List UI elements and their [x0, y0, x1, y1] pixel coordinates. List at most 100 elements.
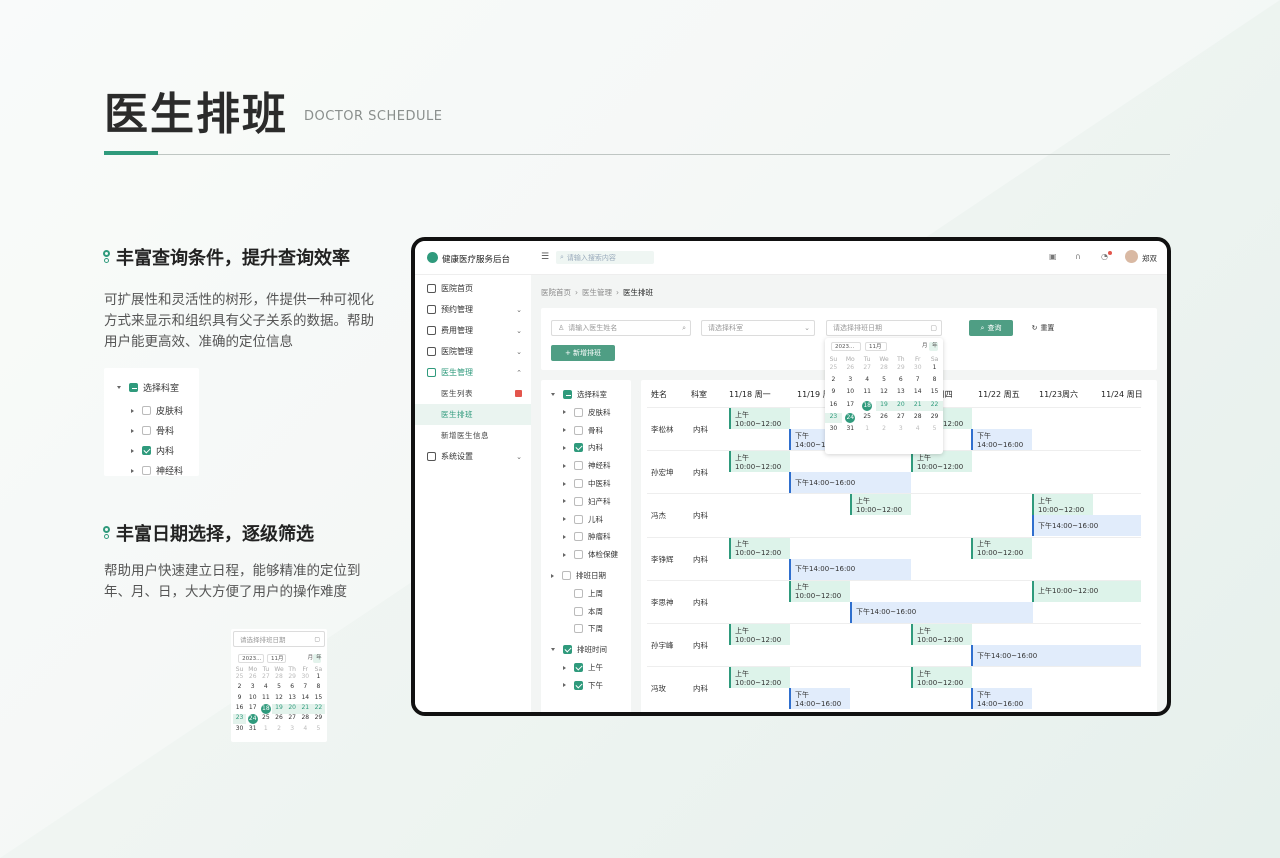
tree-item[interactable]: 下午	[563, 680, 603, 691]
calendar-day[interactable]: 1	[861, 425, 873, 432]
calendar-day[interactable]: 22	[929, 401, 941, 408]
morning-slot[interactable]: 上午10:00~12:00	[911, 451, 972, 473]
caret-icon[interactable]	[551, 393, 555, 396]
sidebar-item[interactable]: 系统设置 ⌄	[415, 446, 531, 467]
afternoon-slot[interactable]: 下午14:00~16:00	[971, 429, 1032, 450]
checkbox[interactable]	[129, 383, 138, 392]
calendar-day[interactable]: 28	[273, 673, 285, 680]
calendar-day[interactable]: 23	[827, 413, 839, 420]
calendar-day[interactable]: 29	[286, 673, 298, 680]
calendar-day[interactable]: 28	[912, 413, 924, 420]
calendar-day[interactable]: 5	[929, 425, 941, 432]
calendar-day[interactable]: 2	[234, 683, 246, 690]
calendar-day[interactable]: 30	[912, 364, 924, 371]
caret-icon[interactable]	[563, 410, 566, 415]
morning-slot[interactable]: 上午10:00~12:00	[729, 451, 790, 473]
mode-year-button[interactable]: 年	[313, 654, 322, 664]
calendar-day[interactable]: 26	[844, 364, 856, 371]
tree-item[interactable]: 妇产科	[563, 496, 611, 507]
calendar-day[interactable]: 27	[260, 673, 272, 680]
caret-icon[interactable]	[563, 517, 566, 522]
calendar-day[interactable]: 11	[260, 694, 272, 701]
calendar-day[interactable]: 7	[912, 376, 924, 383]
caret-icon[interactable]	[131, 428, 134, 433]
afternoon-slot[interactable]: 下午14:00~16:00	[971, 688, 1032, 710]
tree-item[interactable]: 体检保健	[563, 549, 618, 560]
reset-button[interactable]: ↻ 重置	[1025, 320, 1061, 336]
afternoon-slot[interactable]: 下午14:00~16:00	[789, 558, 911, 580]
sidebar-item[interactable]: 医生列表	[415, 383, 531, 404]
calendar-day[interactable]: 26	[878, 413, 890, 420]
tree-item[interactable]: 骨科	[563, 425, 603, 436]
afternoon-slot[interactable]: 下午14:00~16:00	[850, 601, 1033, 623]
tree-item[interactable]: 下周	[563, 623, 603, 634]
year-select[interactable]: 2023...	[238, 654, 264, 664]
caret-icon[interactable]	[131, 468, 134, 473]
department-select[interactable]: 请选择科室 ⌄	[701, 320, 815, 336]
mode-year-button[interactable]: 年	[929, 342, 938, 351]
search-input[interactable]: ⌕ 请输入搜索内容	[556, 251, 654, 264]
calendar-day[interactable]: 27	[861, 364, 873, 371]
morning-slot[interactable]: 上午10:00~12:00	[729, 537, 790, 559]
tree-item[interactable]: 选择科室	[551, 389, 607, 400]
caret-icon[interactable]	[563, 481, 566, 486]
calendar-day[interactable]: 1	[260, 725, 272, 732]
checkbox[interactable]	[574, 680, 583, 690]
calendar-day[interactable]: 18	[260, 703, 271, 714]
calendar-day[interactable]: 15	[929, 388, 941, 395]
checkbox[interactable]	[574, 443, 583, 453]
checkbox[interactable]	[562, 571, 571, 580]
caret-icon[interactable]	[131, 408, 134, 413]
tree-item[interactable]: 上周	[563, 588, 603, 599]
calendar-day[interactable]: 25	[260, 714, 272, 721]
sidebar-item[interactable]: 费用管理 ⌄	[415, 320, 531, 341]
tree-item[interactable]: 神经科	[563, 460, 611, 471]
month-select[interactable]: 11月	[267, 654, 286, 664]
sidebar-item[interactable]: 医生排班	[415, 404, 531, 425]
checkbox[interactable]	[142, 446, 151, 455]
checkbox[interactable]	[574, 606, 583, 616]
morning-slot[interactable]: 上午10:00~12:00	[911, 624, 972, 645]
calendar-day[interactable]: 1	[312, 673, 324, 680]
tree-item[interactable]: 排班时间	[551, 644, 607, 655]
checkbox[interactable]	[563, 390, 572, 399]
date-input[interactable]: 请选择排班日期 ▢	[826, 320, 942, 336]
calendar-day[interactable]: 22	[312, 704, 324, 711]
checkbox[interactable]	[574, 407, 583, 417]
checkbox[interactable]	[574, 461, 583, 471]
calendar-day[interactable]: 13	[895, 388, 907, 395]
afternoon-slot[interactable]: 下午14:00~16:00	[789, 688, 850, 710]
headset-icon[interactable]: ∩	[1075, 252, 1081, 261]
checkbox[interactable]	[574, 588, 583, 598]
sidebar-item[interactable]: 新增医生信息	[415, 425, 531, 446]
breadcrumb-item[interactable]: 医生管理	[582, 288, 612, 297]
tree-item[interactable]: 儿科	[563, 514, 603, 525]
calendar-day[interactable]: 8	[312, 683, 324, 690]
month-select[interactable]: 11月	[865, 342, 887, 351]
tree-item[interactable]: 肿瘤科	[563, 531, 611, 542]
calendar-day[interactable]: 20	[286, 704, 298, 711]
morning-slot[interactable]: 上午10:00~12:00	[729, 408, 790, 429]
calendar-day[interactable]: 20	[895, 401, 907, 408]
tree-item[interactable]: 上午	[563, 662, 603, 673]
calendar-day[interactable]: 13	[286, 694, 298, 701]
afternoon-slot[interactable]: 下午14:00~16:00	[1032, 515, 1141, 537]
calendar-day[interactable]: 9	[827, 388, 839, 395]
tree-item[interactable]: 中医科	[563, 478, 611, 489]
sidebar-item[interactable]: 医生管理 ⌃	[415, 362, 531, 383]
afternoon-slot[interactable]: 下午14:00~16:00	[971, 645, 1141, 666]
caret-icon[interactable]	[563, 552, 566, 557]
morning-slot[interactable]: 上午10:00~12:00	[789, 580, 850, 602]
caret-icon[interactable]	[563, 683, 566, 688]
query-button[interactable]: ⌕ 查询	[969, 320, 1013, 336]
caret-icon[interactable]	[563, 499, 566, 504]
checkbox[interactable]	[142, 406, 151, 415]
tree-item[interactable]: 内科	[563, 442, 603, 453]
caret-icon[interactable]	[563, 463, 566, 468]
calendar-day[interactable]: 4	[299, 725, 311, 732]
calendar-day[interactable]: 17	[844, 401, 856, 408]
checkbox[interactable]	[574, 532, 583, 542]
calendar-day[interactable]: 26	[273, 714, 285, 721]
calendar-day[interactable]: 14	[912, 388, 924, 395]
calendar-day[interactable]: 19	[878, 401, 890, 408]
